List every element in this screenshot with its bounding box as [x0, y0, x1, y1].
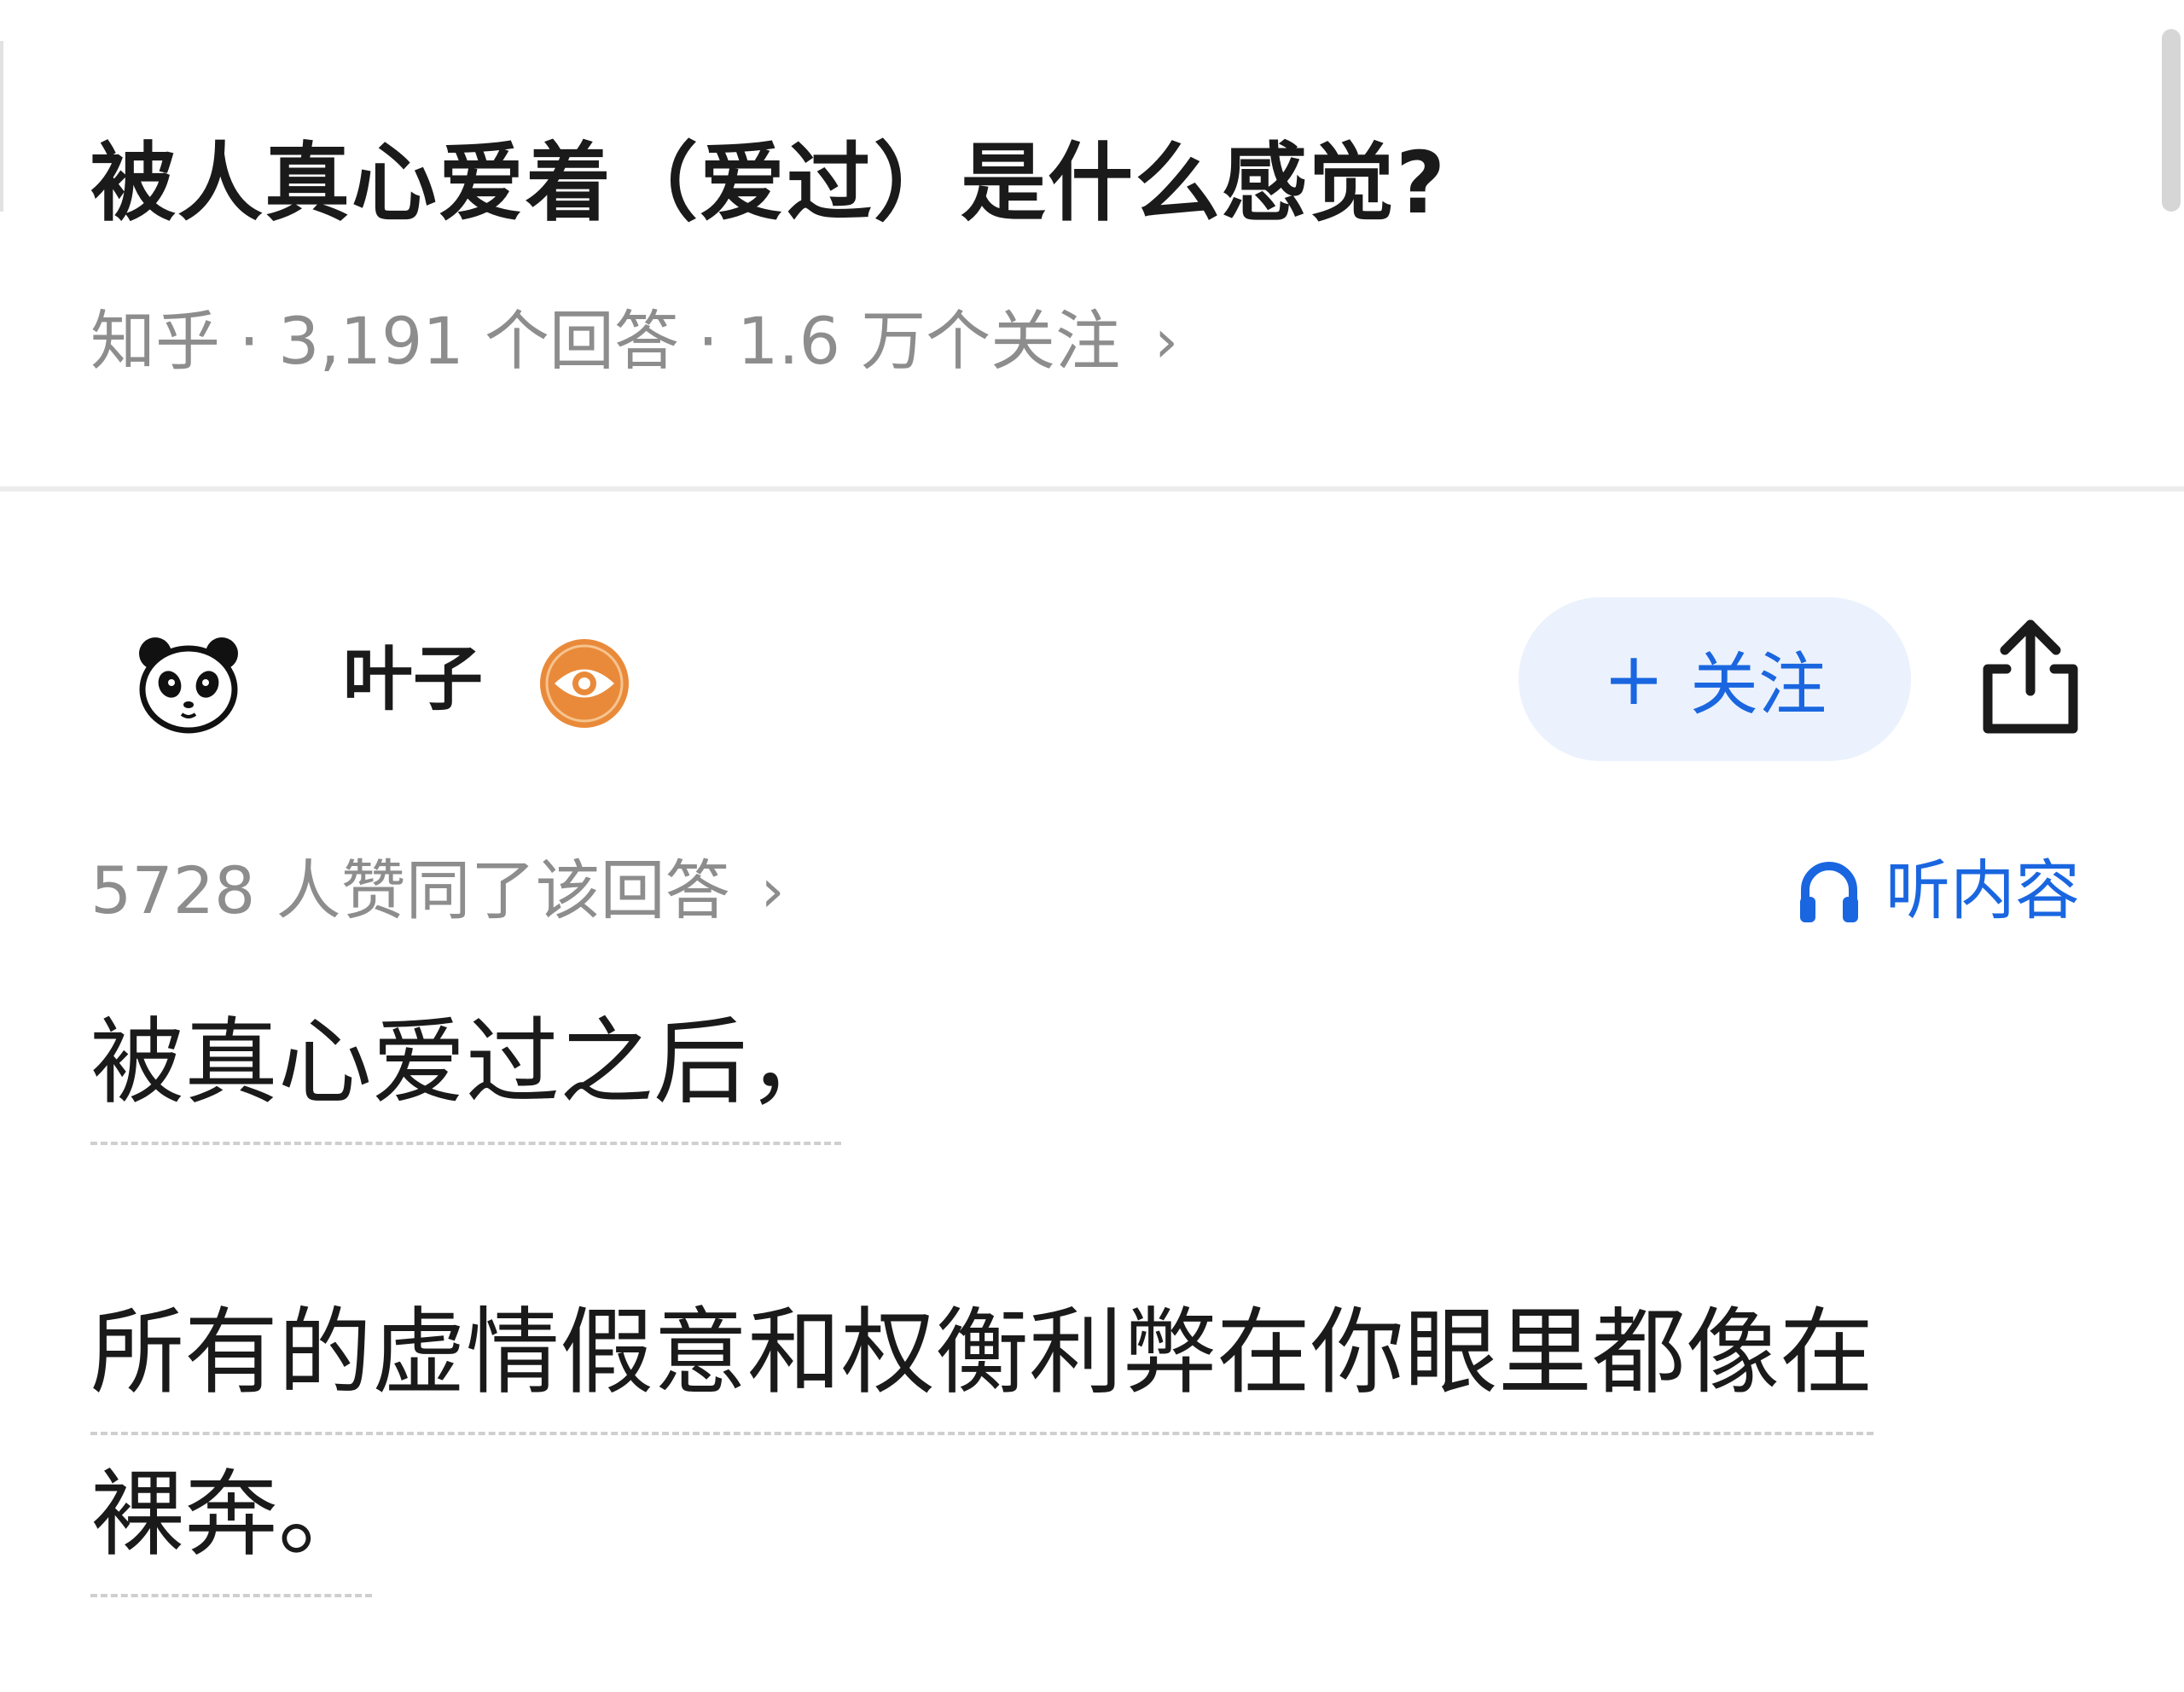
answer-paragraph: 所有的虚情假意和权衡利弊在你眼里都像在 — [90, 1280, 1873, 1435]
upvote-text: 5728 人赞同了该回答 — [90, 852, 730, 928]
follow-label: 关注 — [1690, 645, 1827, 724]
follower-count: 1.6 万个关注 — [737, 303, 1121, 379]
source-label: 知乎 — [90, 303, 220, 379]
question-meta[interactable]: 知乎 · 3,191 个回答 · 1.6 万个关注 › — [90, 299, 1178, 384]
eye-badge-icon — [540, 639, 629, 728]
listen-label: 听内容 — [1885, 852, 2080, 928]
panda-icon — [139, 637, 238, 734]
separator-dot: · — [239, 303, 260, 379]
chevron-right-icon: › — [760, 856, 785, 926]
follow-button[interactable]: + 关注 — [1519, 597, 1911, 761]
separator-dot: · — [697, 303, 719, 379]
upvote-count[interactable]: 5728 人赞同了该回答 › — [90, 848, 785, 933]
section-divider — [0, 486, 2184, 491]
answer-paragraph: 裸奔。 — [90, 1442, 372, 1597]
listen-button[interactable]: 听内容 — [1797, 848, 2080, 933]
answer-line: 被真心爱过之后， — [90, 990, 841, 1145]
plus-icon: + — [1602, 637, 1665, 722]
scrollbar[interactable] — [2162, 29, 2181, 212]
answer-count: 3,191 个回答 — [278, 303, 679, 379]
headphones-icon — [1800, 862, 1858, 922]
left-edge-bar — [0, 41, 3, 212]
question-title[interactable]: 被人真心爱着（爱过）是什么感觉? — [90, 119, 1447, 247]
chevron-right-icon: › — [1154, 306, 1179, 376]
share-icon[interactable] — [1976, 616, 2085, 737]
answer-paragraph: 被真心爱过之后， — [90, 990, 841, 1145]
author-name[interactable]: 叶子 — [343, 633, 483, 727]
answer-line: 裸奔。 — [90, 1442, 372, 1597]
answer-line: 所有的虚情假意和权衡利弊在你眼里都像在 — [90, 1280, 1873, 1435]
avatar[interactable] — [135, 633, 242, 736]
